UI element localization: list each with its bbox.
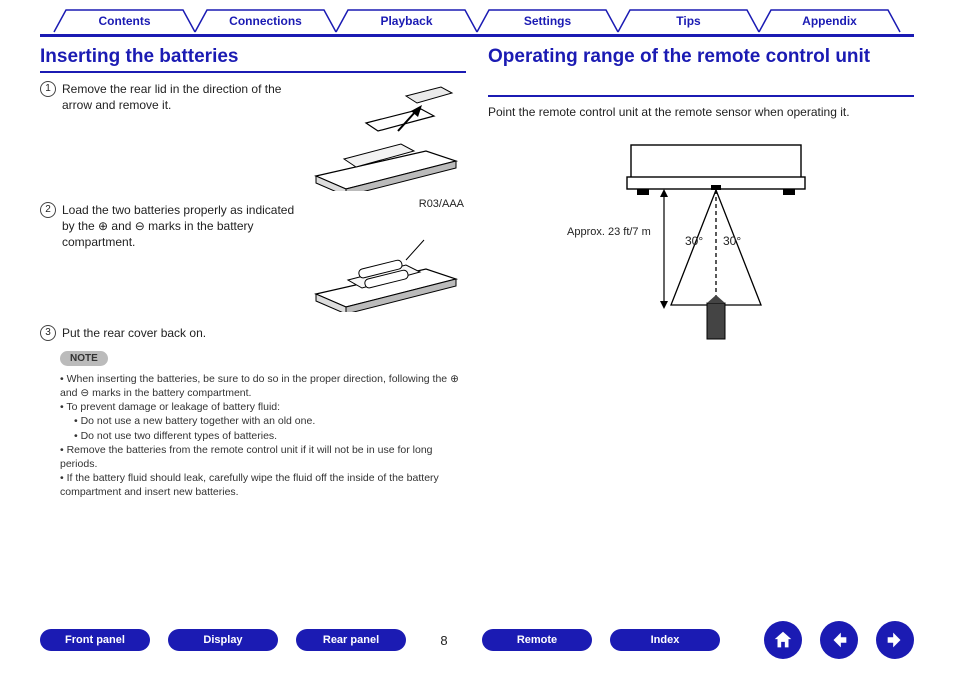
step-1-text: Remove the rear lid in the direction of …	[62, 81, 296, 113]
note-subitem: Do not use a new battery together with a…	[74, 414, 466, 428]
tab-appendix[interactable]: Appendix	[757, 8, 902, 34]
step-3-number: 3	[40, 325, 56, 341]
note-item: Remove the batteries from the remote con…	[60, 443, 466, 471]
tab-connections[interactable]: Connections	[193, 8, 338, 34]
step-1: 1 Remove the rear lid in the direction o…	[40, 81, 296, 113]
heading-batteries: Inserting the batteries	[40, 45, 466, 73]
range-description: Point the remote control unit at the rem…	[488, 105, 914, 119]
tab-label: Appendix	[802, 14, 857, 28]
link-rear-panel[interactable]: Rear panel	[296, 629, 406, 651]
next-page-button[interactable]	[876, 621, 914, 659]
prev-page-button[interactable]	[820, 621, 858, 659]
notes-list: When inserting the batteries, be sure to…	[40, 372, 466, 500]
arrow-left-icon	[828, 629, 850, 651]
figure-insert-batteries: R03/AAA	[306, 202, 466, 315]
step-3-text: Put the rear cover back on.	[62, 325, 466, 341]
tab-label: Contents	[99, 14, 151, 28]
link-display[interactable]: Display	[168, 629, 278, 651]
note-item: If the battery fluid should leak, carefu…	[60, 471, 466, 499]
page-number: 8	[424, 633, 464, 648]
angle-right-label: 30°	[723, 234, 741, 248]
top-tab-bar: Contents Connections Playback Settings T…	[0, 0, 954, 34]
link-front-panel[interactable]: Front panel	[40, 629, 150, 651]
bottom-bar: Front panel Display Rear panel 8 Remote …	[0, 621, 954, 659]
distance-label: Approx. 23 ft/7 m	[567, 226, 651, 238]
tab-tips[interactable]: Tips	[616, 8, 761, 34]
tab-settings[interactable]: Settings	[475, 8, 620, 34]
step-2-number: 2	[40, 202, 56, 218]
figure-operating-range: Approx. 23 ft/7 m 30° 30°	[488, 135, 914, 345]
home-icon	[772, 629, 794, 651]
heading-range: Operating range of the remote control un…	[488, 45, 914, 97]
note-badge: NOTE	[60, 351, 108, 366]
link-index[interactable]: Index	[610, 629, 720, 651]
note-item: To prevent damage or leakage of battery …	[60, 400, 466, 443]
step-2: 2 Load the two batteries properly as ind…	[40, 202, 296, 251]
step-3: 3 Put the rear cover back on.	[40, 325, 466, 341]
step-2-text: Load the two batteries properly as indic…	[62, 202, 296, 251]
step-1-number: 1	[40, 81, 56, 97]
top-divider	[40, 34, 914, 37]
battery-type-label: R03/AAA	[419, 198, 464, 210]
note-item: When inserting the batteries, be sure to…	[60, 372, 466, 400]
tab-label: Settings	[524, 14, 571, 28]
tab-label: Connections	[229, 14, 302, 28]
tab-playback[interactable]: Playback	[334, 8, 479, 34]
home-button[interactable]	[764, 621, 802, 659]
tab-contents[interactable]: Contents	[52, 8, 197, 34]
angle-left-label: 30°	[685, 234, 703, 248]
figure-remove-lid	[306, 81, 466, 194]
note-subitem: Do not use two different types of batter…	[74, 429, 466, 443]
tab-label: Playback	[380, 14, 432, 28]
tab-label: Tips	[676, 14, 700, 28]
link-remote[interactable]: Remote	[482, 629, 592, 651]
arrow-right-icon	[884, 629, 906, 651]
